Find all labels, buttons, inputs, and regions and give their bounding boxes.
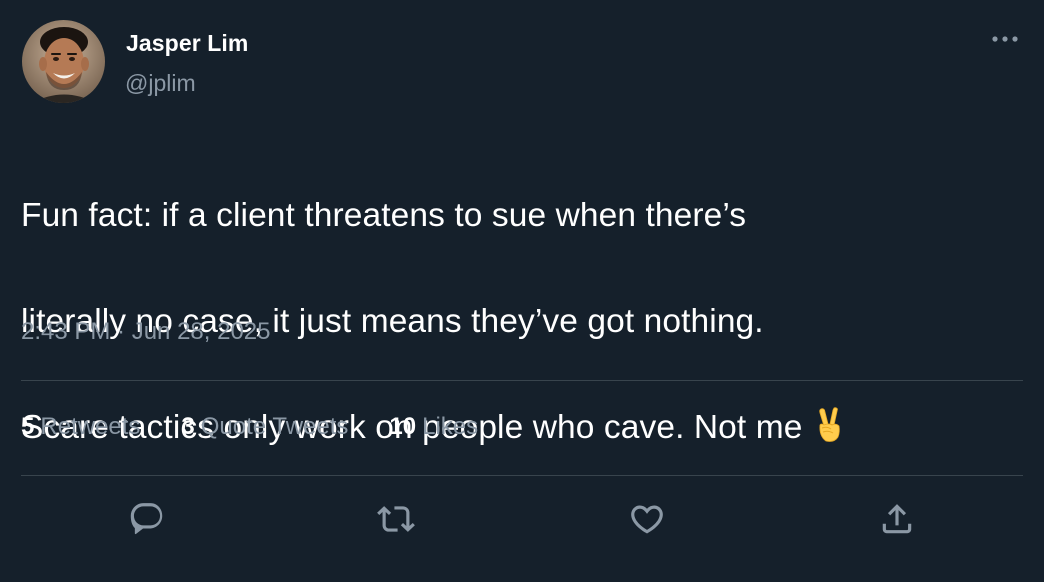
quote-tweets-label: Quote Tweets	[200, 413, 349, 440]
retweet-button[interactable]	[373, 496, 419, 542]
author-handle[interactable]: @jplim	[125, 70, 196, 97]
retweets-stat[interactable]: 5 Retweets	[21, 413, 140, 441]
more-icon	[992, 36, 1018, 42]
action-bar	[0, 496, 1044, 542]
quote-tweets-stat[interactable]: 3 Quote Tweets	[181, 413, 348, 441]
avatar[interactable]	[22, 20, 105, 103]
victory-hand-emoji-icon	[810, 406, 848, 460]
like-button[interactable]	[624, 496, 670, 542]
divider	[21, 380, 1023, 381]
tweet-text-line: Fun fact: if a client threatens to sue w…	[21, 197, 747, 234]
likes-label: Likes	[422, 413, 479, 440]
retweets-count: 5	[21, 413, 35, 440]
share-icon	[882, 504, 912, 534]
more-options-button[interactable]	[986, 24, 1026, 54]
divider	[21, 475, 1023, 476]
retweet-icon	[377, 506, 415, 532]
likes-stat[interactable]: 10 Likes	[389, 413, 478, 441]
engagement-stats: 5 Retweets 3 Quote Tweets 10 Likes	[21, 413, 519, 441]
reply-icon	[130, 503, 163, 535]
like-icon	[631, 505, 663, 534]
tweet-card: Jasper Lim @jplim Fun fact: if a client …	[0, 0, 1044, 582]
retweets-label: Retweets	[40, 413, 141, 440]
tweet-timestamp[interactable]: 2:43 PM · Jun 28, 2025	[21, 318, 271, 346]
share-button[interactable]	[874, 496, 920, 542]
reply-button[interactable]	[124, 496, 170, 542]
author-display-name[interactable]: Jasper Lim	[126, 30, 248, 57]
likes-count: 10	[389, 413, 417, 440]
quote-tweets-count: 3	[181, 413, 195, 440]
